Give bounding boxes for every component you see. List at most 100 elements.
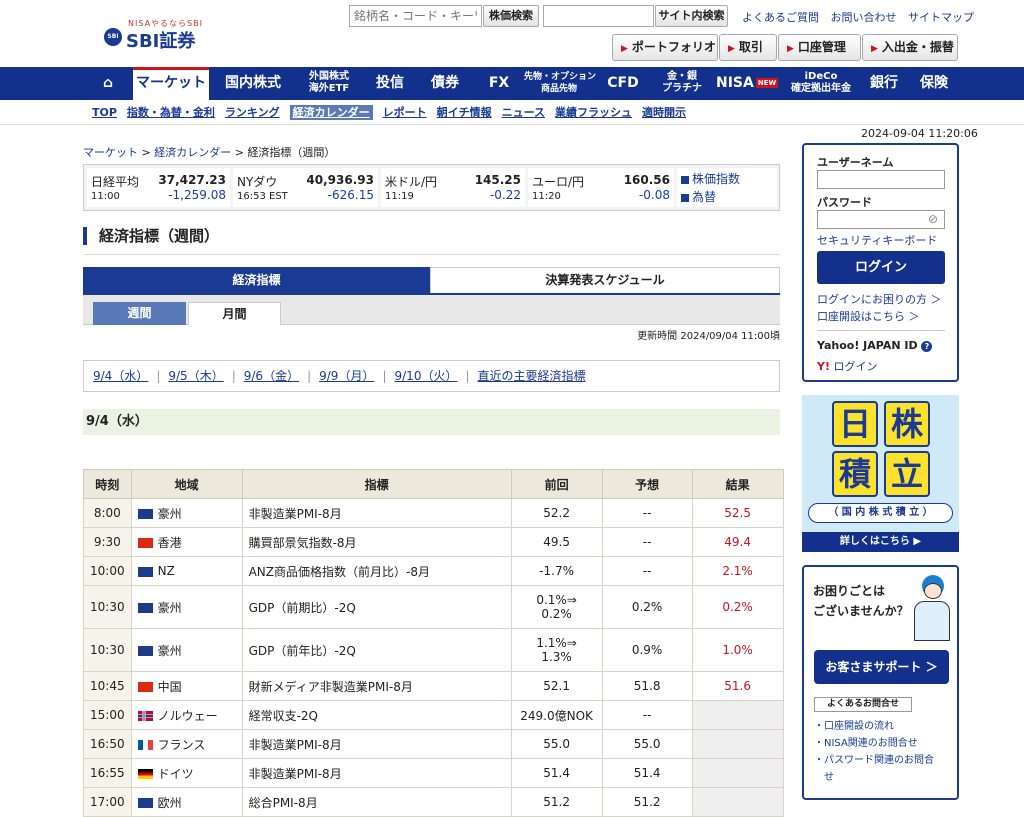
subnav-ranking[interactable]: ランキング — [225, 106, 280, 119]
login-help-link[interactable]: ログインにお困りの方 ＞ — [817, 291, 942, 307]
index-time: 11:00 — [91, 191, 120, 202]
region-name: 香港 — [157, 535, 182, 550]
subnav-calendar[interactable]: 経済カレンダー — [289, 105, 373, 120]
support-link[interactable]: ・NISA関連のお問合せ — [814, 735, 934, 752]
subnav-disclosure[interactable]: 適時開示 — [642, 106, 686, 119]
date-link[interactable]: 9/5（木） — [168, 369, 223, 383]
yahoo-label-text: Yahoo! JAPAN ID — [817, 339, 918, 352]
banner-tile: 株 — [884, 401, 930, 447]
nav-insurance[interactable]: 保険 — [912, 67, 956, 100]
prev-cell: 52.2 — [510, 498, 603, 528]
sitemap-link[interactable]: サイトマップ — [908, 11, 974, 24]
nav-nisa[interactable]: NISA NEW — [716, 67, 779, 100]
eye-slash-icon[interactable]: ⊘ — [928, 212, 938, 226]
breadcrumb-market[interactable]: マーケット — [83, 146, 138, 159]
index-eurjpy: ユーロ/円 160.56 11:20 -0.08 — [528, 168, 674, 207]
nav-domestic-stocks[interactable]: 国内株式 — [217, 67, 289, 100]
login-button[interactable]: ログイン — [817, 251, 945, 284]
tab-economic-indicators[interactable]: 経済指標 — [83, 267, 430, 293]
date-link[interactable]: 9/10（火） — [395, 369, 458, 383]
indicator-cell: GDP（前年比）-2Q — [241, 628, 512, 672]
table-row: 15:00 ノルウェー 経常収支-2Q 249.0億NOK -- — [83, 700, 784, 730]
region-name: 豪州 — [157, 643, 182, 658]
date-link[interactable]: 9/9（月） — [319, 369, 374, 383]
subnav-indices[interactable]: 指数・為替・金利 — [127, 106, 215, 119]
arrow-right-icon: ▶ — [621, 44, 628, 54]
time-cell: 10:30 — [83, 585, 132, 629]
date-link[interactable]: 9/6（金） — [244, 369, 299, 383]
subnav-report[interactable]: レポート — [383, 106, 427, 119]
contact-link[interactable]: お問い合わせ — [831, 11, 897, 24]
security-keyboard-link[interactable]: セキュリティキーボード — [817, 232, 937, 248]
trade-button[interactable]: ▶ 取引 — [719, 34, 777, 61]
site-search-button[interactable]: サイト内検索 — [655, 5, 728, 27]
cn-flag-icon — [137, 682, 153, 692]
support-faq-label: よくあるお問合せ — [814, 697, 912, 712]
prev-value: 0.1%⇒ — [536, 593, 577, 607]
banner-tile: 積 — [832, 451, 878, 497]
index-usdjpy: 米ドル/円 145.25 11:19 -0.22 — [381, 168, 525, 207]
logo-mark: SBI — [104, 28, 122, 46]
result-cell: 2.1% — [691, 556, 784, 586]
region-name: 豪州 — [157, 600, 182, 615]
nav-futures[interactable]: 先物・オプション 商品先物 — [524, 67, 596, 100]
nav-home[interactable]: ⌂ — [92, 67, 124, 100]
support-link[interactable]: せ — [814, 769, 934, 786]
site-search-input[interactable] — [543, 5, 654, 27]
open-account-link[interactable]: 口座開設はこちら ＞ — [817, 308, 920, 324]
yahoo-label: Yahoo! JAPAN ID ? — [817, 339, 933, 352]
major-indicators-link[interactable]: 直近の主要経済指標 — [478, 369, 586, 383]
forex-link[interactable]: 為替 — [692, 190, 716, 204]
username-input[interactable] — [817, 170, 945, 189]
stock-search-input[interactable] — [349, 5, 482, 27]
subnav-morning[interactable]: 朝イチ情報 — [437, 106, 492, 119]
top-links: よくあるご質問 お問い合わせ サイトマップ — [742, 9, 982, 25]
customer-support-button[interactable]: お客さまサポート ＞ — [814, 650, 949, 684]
time-cell: 10:45 — [83, 671, 132, 701]
stock-savings-banner[interactable]: 日 株 積 立 （ 国 内 株 式 積 立 ） 詳しくはこちら ▶ — [802, 395, 959, 552]
nav-market[interactable]: マーケット — [133, 67, 209, 100]
nav-ideco[interactable]: iDeCo 確定拠出年金 — [783, 67, 859, 100]
nav-gold[interactable]: 金・銀 プラチナ — [654, 67, 710, 100]
result-cell — [691, 729, 784, 759]
nav-bonds[interactable]: 債券 — [421, 67, 469, 100]
nav-funds[interactable]: 投信 — [368, 67, 412, 100]
subnav-top[interactable]: TOP — [92, 106, 117, 119]
column-header: 地域 — [130, 469, 243, 499]
index-nikkei: 日経平均 37,427.23 11:00 -1,259.08 — [87, 168, 230, 207]
tab-earnings-schedule[interactable]: 決算発表スケジュール — [430, 267, 780, 293]
time-cell: 16:55 — [83, 758, 132, 788]
account-button[interactable]: ▶ 口座管理 — [778, 34, 861, 61]
table-row: 10:30 豪州 GDP（前期比）-2Q 0.1%⇒ 0.2% 0.2% 0.2% — [83, 585, 784, 629]
nav-fx[interactable]: FX — [479, 67, 519, 100]
faq-link[interactable]: よくあるご質問 — [742, 11, 819, 24]
prev-value: 55.0 — [543, 737, 570, 751]
yahoo-login-link[interactable]: Y! ログイン — [817, 358, 877, 374]
date-link[interactable]: 9/4（水） — [93, 369, 148, 383]
deposit-button[interactable]: ▶ 入出金・振替 — [862, 34, 958, 61]
sbi-logo[interactable]: NISAやるならSBI SBI SBI証券 — [104, 18, 214, 52]
index-name: 米ドル/円 — [385, 175, 438, 189]
subnav-news[interactable]: ニュース — [502, 106, 545, 119]
support-link[interactable]: ・パスワード関連のお問合 — [814, 752, 934, 769]
tab-monthly[interactable]: 月間 — [188, 302, 281, 325]
result-cell: 1.0% — [691, 628, 784, 672]
yahoo-icon: Y! — [817, 360, 830, 373]
stock-search-button[interactable]: 株価検索 — [483, 5, 539, 27]
password-input[interactable]: ⊘ — [817, 210, 945, 229]
tab-weekly[interactable]: 週間 — [93, 302, 186, 325]
portfolio-button[interactable]: ▶ ポートフォリオ — [612, 34, 718, 61]
region-cell: ドイツ — [130, 758, 243, 788]
support-link[interactable]: ・口座開設の流れ — [814, 718, 934, 735]
column-header: 結果 — [691, 469, 784, 499]
subnav-earnings[interactable]: 業績フラッシュ — [555, 106, 632, 119]
breadcrumb-calendar[interactable]: 経済カレンダー — [154, 146, 231, 159]
nav-bank[interactable]: 銀行 — [864, 67, 904, 100]
banner-details-link[interactable]: 詳しくはこちら ▶ — [802, 532, 959, 552]
nz-flag-icon — [137, 566, 153, 577]
help-icon[interactable]: ? — [921, 341, 933, 352]
nav-cfd[interactable]: CFD — [601, 67, 645, 100]
index-value: 145.25 — [474, 173, 521, 187]
stock-index-link[interactable]: 株価指数 — [692, 172, 740, 186]
nav-foreign-stocks[interactable]: 外国株式 海外ETF — [296, 67, 362, 100]
